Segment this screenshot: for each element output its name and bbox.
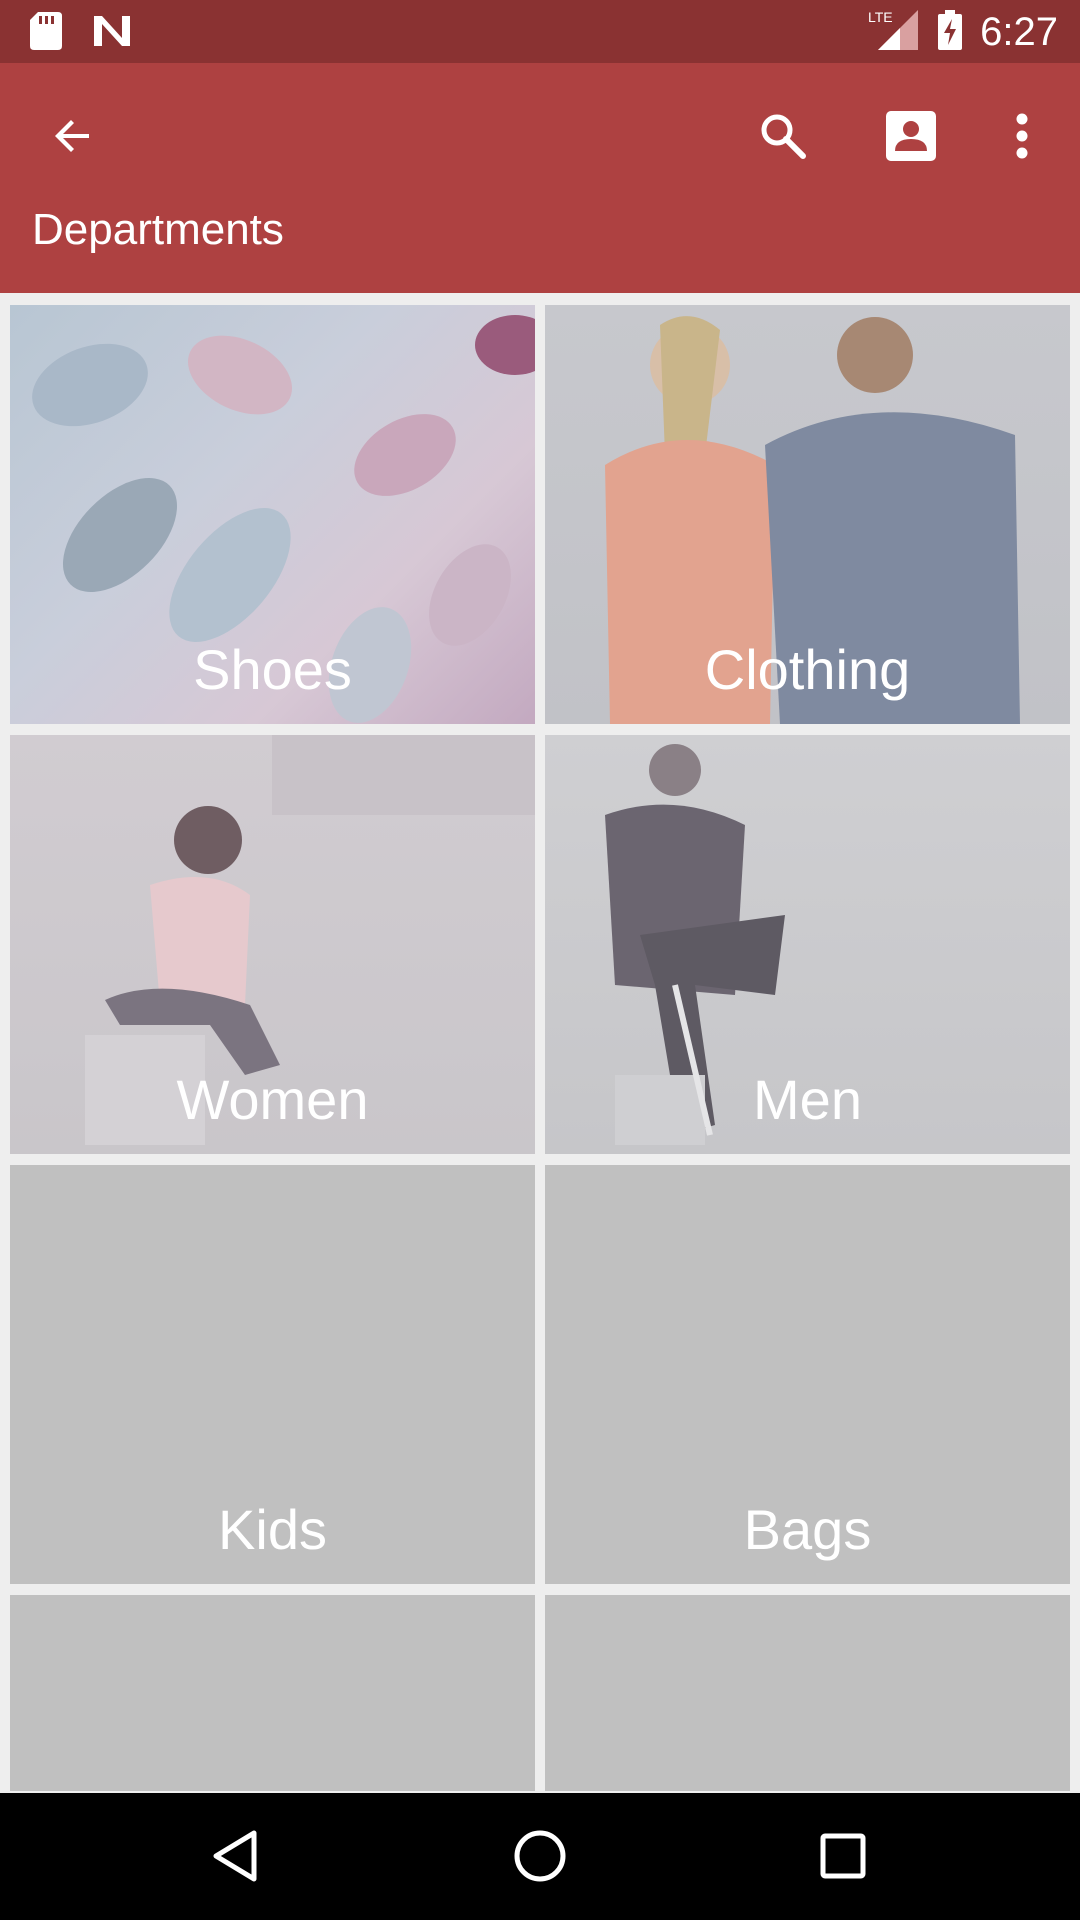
n-notification-icon xyxy=(92,14,132,53)
sd-card-icon xyxy=(30,12,62,55)
app-bar: Departments xyxy=(0,63,1080,293)
search-icon[interactable] xyxy=(747,100,819,172)
tile-label: Women xyxy=(176,1068,369,1131)
department-tile-kids[interactable]: Kids xyxy=(10,1165,535,1584)
tile-label: Shoes xyxy=(193,638,352,701)
status-time: 6:27 xyxy=(980,10,1058,54)
lte-signal-icon: LTE xyxy=(868,8,920,57)
departments-grid: Shoes Clothing Women Men Kids Bags xyxy=(0,293,1080,1793)
tile-label: Kids xyxy=(218,1498,327,1561)
department-tile-clothing[interactable]: Clothing xyxy=(545,305,1070,724)
nav-home-icon[interactable] xyxy=(500,1816,580,1896)
department-tile-shoes[interactable]: Shoes xyxy=(10,305,535,724)
back-arrow-icon[interactable] xyxy=(37,100,109,172)
department-tile-men[interactable]: Men xyxy=(545,735,1070,1154)
department-tile-bags[interactable]: Bags xyxy=(545,1165,1070,1584)
nav-recents-icon[interactable] xyxy=(803,1816,883,1896)
lte-label: LTE xyxy=(868,9,893,25)
more-vert-icon[interactable] xyxy=(986,100,1058,172)
system-nav-bar xyxy=(0,1793,1080,1920)
tile-label: Men xyxy=(753,1068,862,1131)
account-box-icon[interactable] xyxy=(875,100,947,172)
page-title: Departments xyxy=(32,205,284,254)
battery-charging-icon xyxy=(938,10,963,55)
tile-label: Clothing xyxy=(704,638,911,701)
tile-label: Bags xyxy=(743,1498,872,1561)
nav-back-icon[interactable] xyxy=(195,1816,275,1896)
department-tile-women[interactable]: Women xyxy=(10,735,535,1154)
department-tile[interactable] xyxy=(545,1595,1070,1791)
status-bar: LTE 6:27 xyxy=(0,0,1080,63)
department-tile[interactable] xyxy=(10,1595,535,1791)
